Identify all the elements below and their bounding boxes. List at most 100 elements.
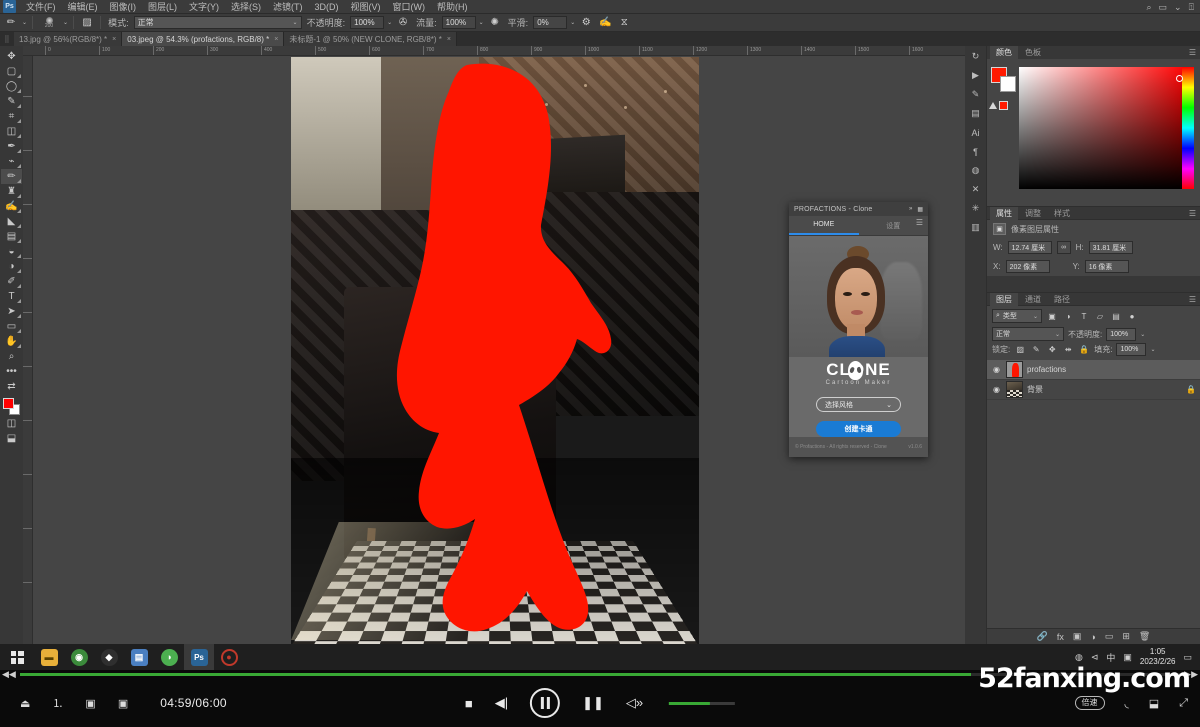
symmetry-icon[interactable]: ⧖ [616, 15, 632, 31]
create-cartoon-button[interactable]: 创建卡通 [816, 421, 901, 437]
eye-icon[interactable]: ◉ [991, 385, 1002, 394]
previous-button[interactable]: ◀| [495, 695, 508, 711]
toggle-filter-icon[interactable]: ● [1126, 310, 1138, 322]
taskbar-wechat[interactable]: ◑ [154, 644, 184, 670]
minimize-icon[interactable]: ▭ [1159, 2, 1168, 13]
layer-row-background[interactable]: ◉ 背景 🔒 [987, 380, 1200, 400]
new-group-icon[interactable]: ▭ [1105, 631, 1114, 642]
search-icon[interactable]: ⌕ [1146, 2, 1151, 13]
lock-all-icon[interactable]: 🔒 [1078, 344, 1090, 356]
fill-input[interactable]: 100% [1116, 343, 1147, 356]
tool-crop[interactable]: ⌗ [1, 109, 22, 124]
subtitle-off-icon[interactable]: ▣ [85, 697, 95, 710]
brush-settings-icon[interactable]: ▨ [79, 15, 95, 31]
plugin-icon[interactable]: ✳ [967, 202, 985, 215]
hue-slider[interactable] [1182, 67, 1194, 189]
menu-item-3d[interactable]: 3D(D) [309, 0, 345, 14]
tab-grip[interactable]: ⣿ [0, 32, 14, 46]
profactions-plugin-panel[interactable]: PROFACTIONS - Clone » ▦ HOME 设置 ☰ Cartoo… [789, 202, 928, 457]
adjustments-icon[interactable]: ▤ [967, 107, 985, 120]
tool-eyedropper[interactable]: ✒ [1, 139, 22, 154]
fullscreen-icon[interactable]: ⤢ [1179, 697, 1188, 710]
next-button[interactable]: ❚❚ [582, 695, 604, 711]
chevron-down-icon[interactable]: ⌄ [1150, 346, 1155, 353]
menu-item-help[interactable]: 帮助(H) [431, 0, 474, 14]
style-select-dropdown[interactable]: 选择风格 ⌄ [816, 397, 901, 413]
layer-opacity-input[interactable]: 100% [1106, 327, 1137, 341]
link-icon[interactable]: ∞ [1056, 241, 1071, 254]
windows-start-icon[interactable] [0, 644, 34, 670]
menu-item-view[interactable]: 视图(V) [345, 0, 387, 14]
toolbox-icon[interactable]: ⬓ [1149, 697, 1159, 710]
tool-marquee[interactable]: ▢ [1, 64, 22, 79]
document-tab-13jpg[interactable]: 13.jpg @ 56%(RGB/8*) * × [14, 32, 123, 46]
chapter-1-icon[interactable]: ⒈ [52, 695, 63, 711]
tab-layers[interactable]: 图层 [990, 292, 1018, 306]
tool-healing-brush[interactable]: ⌁ [1, 154, 22, 169]
flow-input[interactable]: 100% [441, 16, 476, 29]
panel-menu-icon[interactable]: ☰ [1189, 209, 1196, 218]
menu-item-image[interactable]: 图像(I) [104, 0, 143, 14]
network-icon[interactable]: ◍ [1075, 652, 1083, 663]
tool-blur[interactable]: ◒ [1, 244, 22, 259]
collapse-icon[interactable]: » [909, 206, 912, 213]
taskbar-file-explorer[interactable]: ▬ [34, 644, 64, 670]
airbrush-icon[interactable]: ✺ [487, 15, 503, 31]
document-tab-newclone[interactable]: 未标题-1 @ 50% (NEW CLONE, RGB/8*) * × [284, 32, 458, 46]
profactions-icon[interactable]: ✕ [967, 183, 985, 196]
tab-color[interactable]: 颜色 [990, 46, 1018, 59]
plugin-title-bar[interactable]: PROFACTIONS - Clone » ▦ [789, 202, 928, 216]
pause-button[interactable] [530, 688, 561, 718]
tab-properties[interactable]: 属性 [990, 206, 1018, 220]
screen-mode-icon[interactable]: ⬓ [1, 431, 22, 446]
tab-styles[interactable]: 样式 [1048, 207, 1076, 220]
opacity-input[interactable]: 100% [350, 16, 385, 29]
link-layers-icon[interactable]: 🔗 [1037, 631, 1048, 642]
smart-filter-icon[interactable]: ▤ [1110, 310, 1122, 322]
brush-icon[interactable]: ✏ [3, 15, 19, 31]
pressure-opacity-icon[interactable]: ✇ [395, 15, 411, 31]
close-icon[interactable]: × [112, 36, 116, 43]
smoothing-caret-icon[interactable]: ⌄ [570, 19, 575, 26]
eye-icon[interactable]: ◉ [991, 365, 1002, 374]
plugin-tab-home[interactable]: HOME [789, 216, 859, 235]
close-icon[interactable]: × [274, 36, 278, 43]
tool-gradient[interactable]: ▤ [1, 229, 22, 244]
paragraph-icon[interactable]: ¶ [967, 145, 985, 158]
libraries-icon[interactable]: Ai [967, 126, 985, 139]
x-input[interactable]: 202 像素 [1005, 260, 1050, 273]
pixel-filter-icon[interactable]: ▣ [1046, 310, 1058, 322]
tab-channels[interactable]: 通道 [1019, 293, 1047, 306]
chevron-down-icon[interactable]: ⌄ [1140, 331, 1145, 338]
close-icon[interactable]: ▦ [917, 206, 923, 213]
lock-position-icon[interactable]: ✥ [1046, 344, 1058, 356]
tool-clone-stamp[interactable]: ♜ [1, 184, 22, 199]
lock-transparency-icon[interactable]: ▨ [1014, 344, 1026, 356]
tool-pen[interactable]: ✐ [1, 274, 22, 289]
taskbar-photoshop[interactable]: Ps [184, 644, 214, 670]
playback-speed-button[interactable]: 倍速 [1074, 696, 1105, 710]
tool-type[interactable]: T [1, 289, 22, 304]
menu-item-window[interactable]: 窗口(W) [387, 0, 432, 14]
canvas-region[interactable]: 0 100 200 300 400 500 600 700 800 900 10… [23, 46, 1004, 646]
more-tools-icon[interactable]: ••• [1, 364, 22, 379]
show-desktop-button[interactable]: ▭ [1183, 652, 1192, 663]
delete-layer-icon[interactable]: 🗑 [1139, 631, 1150, 642]
color-swatch-group[interactable] [991, 67, 1016, 92]
y-input[interactable]: 16 像素 [1084, 260, 1129, 273]
brush-preset-caret-icon[interactable]: ⌄ [22, 19, 27, 26]
layer-mask-icon[interactable]: ▣ [1073, 631, 1082, 642]
extras-icon[interactable]: ▥ [967, 221, 985, 234]
color-panel[interactable] [987, 59, 1200, 206]
document-canvas[interactable] [291, 57, 699, 646]
menu-item-edit[interactable]: 编辑(E) [62, 0, 104, 14]
flow-caret-icon[interactable]: ⌄ [479, 19, 484, 26]
background-color-swatch[interactable] [1000, 76, 1016, 92]
tool-move[interactable]: ✥ [1, 49, 22, 64]
history-icon[interactable]: ↻ [967, 50, 985, 63]
pressure-size-icon[interactable]: ✍ [597, 15, 613, 31]
tool-brush[interactable]: ✏ [1, 169, 22, 184]
menu-item-filter[interactable]: 滤镜(T) [267, 0, 309, 14]
tool-dodge[interactable]: ◑ [1, 259, 22, 274]
gamut-warning-icon[interactable] [989, 101, 1008, 110]
